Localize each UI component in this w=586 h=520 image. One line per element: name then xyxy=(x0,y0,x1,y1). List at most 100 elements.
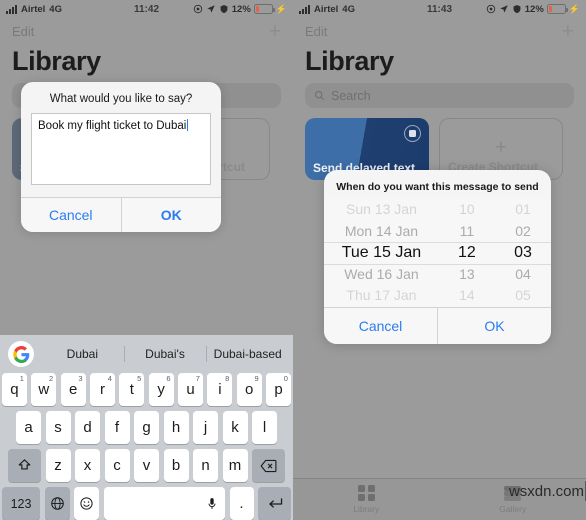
picker-option[interactable]: Wed 16 Jan xyxy=(344,264,418,286)
search-field[interactable]: Search xyxy=(305,83,574,108)
add-shortcut-button[interactable]: + xyxy=(562,21,574,42)
picker-option[interactable]: 04 xyxy=(515,264,531,286)
software-keyboard: Dubai Dubai's Dubai-based 1q 2w 3e 4r 5t… xyxy=(0,335,293,520)
numeric-key[interactable]: 123 xyxy=(2,487,40,520)
key-label: q xyxy=(10,381,19,398)
key-hint: 8 xyxy=(225,374,230,383)
key-g[interactable]: g xyxy=(134,411,159,444)
picker-selected-date[interactable]: Tue 15 Jan xyxy=(342,242,421,264)
backspace-key[interactable] xyxy=(252,449,285,482)
picker-option[interactable]: 02 xyxy=(515,221,531,243)
rotation-lock-icon xyxy=(513,4,521,14)
tab-library[interactable]: Library xyxy=(293,479,440,520)
screenshot-root: Airtel 4G 11:42 12% ⚡ Edit + Library Sea… xyxy=(0,0,586,520)
key-t[interactable]: 5t xyxy=(119,373,145,406)
edit-button[interactable]: Edit xyxy=(12,24,34,39)
emoji-key[interactable] xyxy=(74,487,99,520)
location-arrow-icon xyxy=(207,5,215,13)
key-label: o xyxy=(245,381,254,398)
battery-icon xyxy=(253,4,275,14)
period-key[interactable]: . xyxy=(229,487,254,520)
keyboard-row-1: 1q 2w 3e 4r 5t 6y 7u 8i 9o 0p xyxy=(0,373,293,411)
left-status-bar: Airtel 4G 11:42 12% ⚡ xyxy=(0,0,293,18)
edit-button[interactable]: Edit xyxy=(305,24,327,39)
key-o[interactable]: 9o xyxy=(236,373,262,406)
text-input-alert: What would you like to say? Book my flig… xyxy=(21,82,221,232)
key-hint: 9 xyxy=(254,374,259,383)
key-v[interactable]: v xyxy=(134,449,159,482)
key-hint: 1 xyxy=(19,374,24,383)
key-s[interactable]: s xyxy=(45,411,71,444)
right-phone-screen: Airtel 4G 11:43 12% ⚡ Edit + Library Sea… xyxy=(293,0,586,520)
picker-selected-hour[interactable]: 12 xyxy=(458,242,476,264)
plus-icon: + xyxy=(494,135,508,159)
suggestion-item[interactable]: Dubai xyxy=(41,347,124,361)
key-z[interactable]: z xyxy=(45,449,71,482)
alert-cancel-button[interactable]: Cancel xyxy=(21,198,121,232)
key-b[interactable]: b xyxy=(163,449,189,482)
picker-option[interactable]: 11 xyxy=(460,221,475,243)
key-q[interactable]: 1q xyxy=(2,373,27,406)
key-label: r xyxy=(99,381,105,398)
grid-icon xyxy=(358,484,375,502)
add-shortcut-button[interactable]: + xyxy=(269,21,281,42)
picker-option[interactable]: Sun 13 Jan xyxy=(346,199,417,221)
text-caret xyxy=(187,119,189,131)
picker-option[interactable]: Mon 14 Jan xyxy=(345,221,418,243)
key-label: e xyxy=(68,381,78,398)
sheet-cancel-button[interactable]: Cancel xyxy=(324,308,437,344)
picker-option[interactable]: 01 xyxy=(515,199,531,221)
date-time-picker[interactable]: Sun 13 Jan Mon 14 Jan Tue 15 Jan Wed 16 … xyxy=(324,199,551,307)
suggestion-item[interactable]: Dubai's xyxy=(124,347,207,361)
key-d[interactable]: d xyxy=(75,411,100,444)
shift-key[interactable] xyxy=(8,449,41,482)
key-n[interactable]: n xyxy=(193,449,218,482)
globe-icon xyxy=(50,497,64,510)
key-w[interactable]: 2w xyxy=(31,373,57,406)
key-h[interactable]: h xyxy=(163,411,189,444)
key-u[interactable]: 7u xyxy=(178,373,203,406)
key-p[interactable]: 0p xyxy=(266,373,291,406)
space-key[interactable] xyxy=(103,487,225,520)
key-x[interactable]: x xyxy=(75,449,100,482)
suggestion-item[interactable]: Dubai-based xyxy=(206,347,289,361)
picker-column-hour[interactable]: 10 11 12 13 14 xyxy=(439,199,495,307)
left-nav-bar: Edit + xyxy=(0,18,293,44)
key-label: p xyxy=(274,381,283,398)
key-label: w xyxy=(38,381,50,398)
key-hint: 3 xyxy=(78,374,83,383)
sheet-ok-button[interactable]: OK xyxy=(437,308,551,344)
alert-ok-button[interactable]: OK xyxy=(120,198,221,232)
key-r[interactable]: 4r xyxy=(90,373,115,406)
key-hint: 7 xyxy=(195,374,200,383)
google-logo-icon[interactable] xyxy=(8,341,34,367)
language-key[interactable] xyxy=(44,487,70,520)
key-k[interactable]: k xyxy=(222,411,248,444)
key-j[interactable]: j xyxy=(193,411,218,444)
enter-key[interactable] xyxy=(258,487,291,520)
key-hint: 2 xyxy=(49,374,54,383)
key-c[interactable]: c xyxy=(104,449,130,482)
picker-option[interactable]: 13 xyxy=(459,264,475,286)
search-placeholder: Search xyxy=(331,88,371,103)
right-nav-bar: Edit + xyxy=(293,18,586,44)
battery-percent-label: 12% xyxy=(231,3,251,15)
key-i[interactable]: 8i xyxy=(207,373,233,406)
picker-option[interactable]: Thu 17 Jan xyxy=(346,285,416,307)
picker-option[interactable]: 10 xyxy=(459,199,475,221)
picker-column-date[interactable]: Sun 13 Jan Mon 14 Jan Tue 15 Jan Wed 16 … xyxy=(324,199,439,307)
key-m[interactable]: m xyxy=(222,449,248,482)
picker-option[interactable]: 05 xyxy=(515,285,531,307)
key-label: u xyxy=(186,381,195,398)
key-a[interactable]: a xyxy=(16,411,41,444)
key-y[interactable]: 6y xyxy=(148,373,174,406)
search-icon xyxy=(314,90,325,101)
key-l[interactable]: l xyxy=(252,411,277,444)
key-f[interactable]: f xyxy=(104,411,130,444)
picker-selected-minute[interactable]: 03 xyxy=(514,242,532,264)
alert-text-input[interactable]: Book my flight ticket to Dubai xyxy=(31,113,211,185)
mic-icon[interactable] xyxy=(208,497,216,510)
picker-option[interactable]: 14 xyxy=(459,285,475,307)
picker-column-minute[interactable]: 01 02 03 04 05 xyxy=(495,199,551,307)
key-e[interactable]: 3e xyxy=(60,373,86,406)
